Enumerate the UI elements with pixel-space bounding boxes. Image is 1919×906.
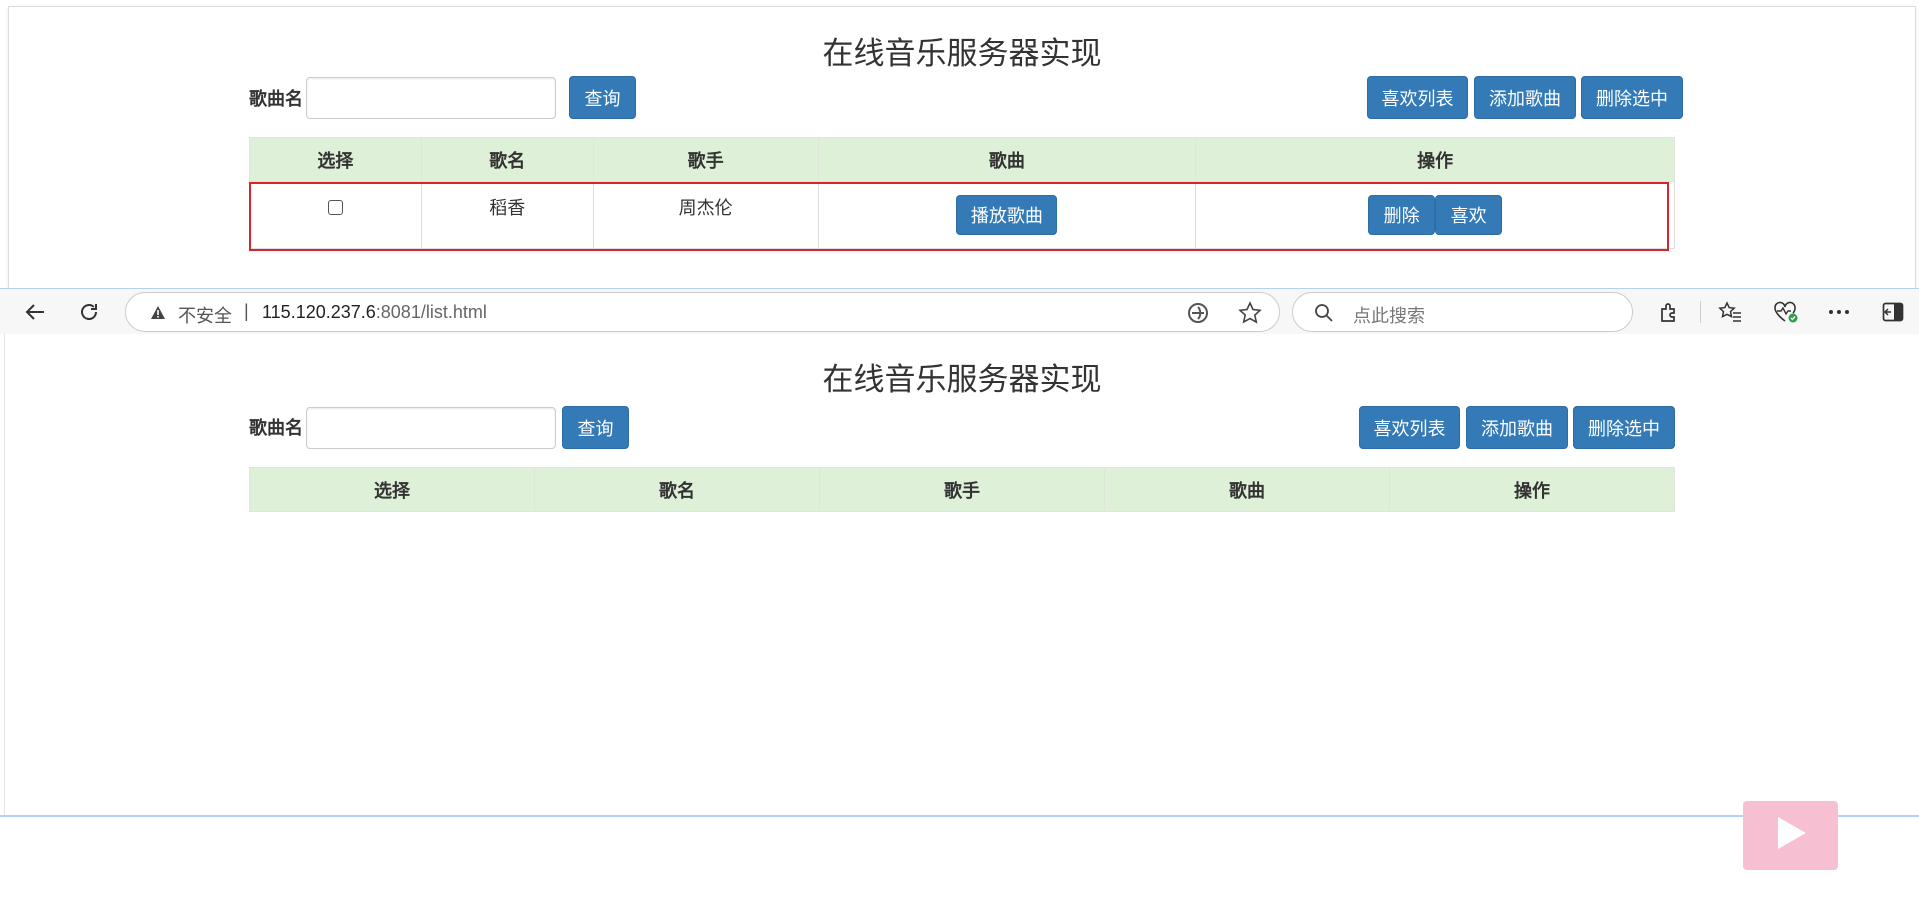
col-header-singer: 歌手 (819, 467, 1105, 512)
favorites-list-icon[interactable] (1717, 299, 1743, 325)
music-player-widget[interactable] (1743, 801, 1838, 870)
url-text[interactable]: 115.120.237.6:8081/list.html (262, 302, 487, 323)
play-cell: 播放歌曲 (817, 181, 1197, 249)
add-song-button[interactable]: 添加歌曲 (1466, 406, 1568, 449)
search-label: 歌曲名 (249, 89, 303, 110)
table-header-row: 选择 歌名 歌手 歌曲 操作 (249, 137, 1675, 182)
col-header-song: 歌名 (534, 467, 820, 512)
extensions-icon[interactable] (1656, 299, 1682, 325)
reading-mode-icon[interactable] (1187, 302, 1209, 329)
col-header-actions: 操作 (1195, 137, 1675, 182)
toolbar-separator (1700, 301, 1701, 323)
query-button[interactable]: 查询 (562, 406, 629, 449)
col-header-actions: 操作 (1389, 467, 1675, 512)
play-song-button[interactable]: 播放歌曲 (956, 195, 1058, 235)
singer-cell: 周杰伦 (592, 181, 819, 249)
favorites-list-button[interactable]: 喜欢列表 (1359, 406, 1460, 449)
col-header-music: 歌曲 (1104, 467, 1390, 512)
more-options-icon[interactable] (1826, 299, 1852, 325)
like-button[interactable]: 喜欢 (1435, 195, 1503, 235)
query-button[interactable]: 查询 (569, 76, 636, 119)
row-checkbox[interactable] (327, 199, 343, 215)
refresh-icon[interactable] (76, 299, 102, 325)
back-arrow-icon[interactable] (22, 299, 48, 325)
url-host: 115.120.237.6 (262, 302, 376, 322)
browser-toolbar: 不安全 | 115.120.237.6:8081/list.html 点此搜索 (0, 288, 1919, 334)
col-header-song: 歌名 (420, 137, 594, 182)
song-table: 选择 歌名 歌手 歌曲 操作 (249, 467, 1675, 512)
not-secure-label: 不安全 (178, 306, 232, 327)
browser-health-icon[interactable] (1773, 299, 1799, 325)
col-header-music: 歌曲 (817, 137, 1197, 182)
page-title: 在线音乐服务器实现 (822, 362, 1102, 398)
delete-selected-button[interactable]: 删除选中 (1581, 76, 1683, 119)
play-icon[interactable] (1774, 815, 1808, 856)
page-title: 在线音乐服务器实现 (822, 36, 1102, 72)
song-name-input[interactable] (306, 77, 556, 119)
actions-cell: 删除 喜欢 (1195, 181, 1675, 249)
add-song-button[interactable]: 添加歌曲 (1474, 76, 1576, 119)
top-page-panel: 在线音乐服务器实现 歌曲名 查询 喜欢列表 添加歌曲 删除选中 选择 歌名 歌手… (8, 6, 1916, 288)
divider: | (244, 301, 249, 321)
address-bar[interactable]: 不安全 | 115.120.237.6:8081/list.html (125, 292, 1280, 332)
search-label: 歌曲名 (249, 418, 303, 439)
browser-search-box[interactable]: 点此搜索 (1292, 292, 1633, 332)
window-edge-line (0, 815, 1919, 817)
warning-icon (150, 305, 166, 325)
song-name-input[interactable] (306, 407, 556, 449)
main-page-panel: 在线音乐服务器实现 歌曲名 查询 喜欢列表 添加歌曲 删除选中 选择 歌名 歌手… (4, 334, 1919, 816)
delete-button[interactable]: 删除 (1368, 195, 1436, 235)
song-table: 选择 歌名 歌手 歌曲 操作 稻香 周杰伦 播放歌曲 删除 喜欢 (249, 137, 1675, 249)
search-placeholder: 点此搜索 (1353, 306, 1425, 327)
search-icon (1314, 303, 1334, 328)
sidebar-toggle-icon[interactable] (1880, 299, 1906, 325)
song-name-cell: 稻香 (420, 181, 594, 249)
url-path: :8081/list.html (375, 302, 487, 322)
delete-selected-button[interactable]: 删除选中 (1573, 406, 1675, 449)
col-header-select: 选择 (249, 137, 422, 182)
col-header-singer: 歌手 (592, 137, 819, 182)
table-row: 稻香 周杰伦 播放歌曲 删除 喜欢 (249, 181, 1675, 249)
select-cell (249, 181, 422, 249)
col-header-select: 选择 (249, 467, 535, 512)
table-header-row: 选择 歌名 歌手 歌曲 操作 (249, 467, 1675, 512)
favorites-list-button[interactable]: 喜欢列表 (1367, 76, 1468, 119)
favorite-star-icon[interactable] (1238, 301, 1262, 330)
